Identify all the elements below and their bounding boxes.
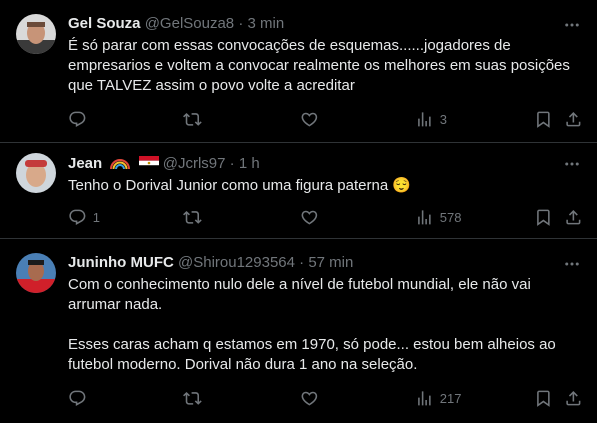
- avatar[interactable]: [16, 153, 56, 193]
- author-name[interactable]: Gel Souza: [68, 15, 141, 32]
- views-icon: [418, 390, 431, 406]
- like-button[interactable]: [300, 207, 325, 227]
- tweet-text: Tenho o Dorival Junior como uma figura p…: [68, 176, 583, 196]
- repost-button[interactable]: [183, 388, 208, 408]
- reply-icon: [69, 111, 86, 127]
- separator-dot: ·: [229, 155, 235, 172]
- tweet-text: É só parar com essas convocações de esqu…: [68, 36, 583, 96]
- share-button[interactable]: [564, 207, 583, 227]
- repost-icon: [183, 112, 202, 126]
- bookmark-icon: [537, 111, 550, 128]
- tweet-actions: 1 578: [68, 207, 583, 227]
- tweet-paragraph: É só parar com essas convocações de esqu…: [68, 37, 570, 94]
- tweet-header: Gel Souza @GelSouza8 · 3 min: [68, 14, 284, 34]
- views-icon: [418, 209, 431, 225]
- views-count: 3: [439, 111, 447, 127]
- reply-button[interactable]: [68, 388, 93, 408]
- separator-dot: ·: [238, 15, 244, 32]
- reply-count: 1: [92, 209, 100, 225]
- like-icon: [301, 391, 318, 406]
- tweet[interactable]: Jean @Jcrls97 · 1 h Tenho o Dorival Juni…: [0, 143, 597, 239]
- avatar[interactable]: [16, 253, 56, 293]
- views-button[interactable]: 3: [415, 109, 447, 129]
- bookmark-button[interactable]: [534, 388, 553, 408]
- repost-button[interactable]: [183, 109, 208, 129]
- bookmark-icon: [537, 209, 550, 226]
- timestamp[interactable]: 1 h: [239, 155, 260, 172]
- author-handle[interactable]: @Jcrls97: [163, 155, 226, 172]
- bookmark-icon: [537, 390, 550, 407]
- tweet-header: Juninho MUFC @Shirou1293564 · 57 min: [68, 253, 353, 273]
- reply-icon: [69, 390, 86, 406]
- bookmark-button[interactable]: [534, 109, 553, 129]
- repost-icon: [183, 210, 202, 224]
- reply-icon: [69, 209, 86, 225]
- more-icon[interactable]: [563, 16, 581, 34]
- views-count: 578: [439, 209, 462, 225]
- egypt-flag-icon: [138, 156, 159, 176]
- share-icon: [566, 390, 581, 406]
- timestamp[interactable]: 3 min: [248, 15, 285, 32]
- share-button[interactable]: [564, 109, 583, 129]
- author-handle[interactable]: @Shirou1293564: [178, 254, 295, 271]
- avatar[interactable]: [16, 14, 56, 54]
- like-button[interactable]: [300, 109, 325, 129]
- share-icon: [566, 209, 581, 225]
- tweet-actions: 217: [68, 388, 583, 408]
- more-icon[interactable]: [563, 155, 581, 173]
- repost-button[interactable]: [183, 207, 208, 227]
- repost-icon: [183, 391, 202, 405]
- more-icon[interactable]: [563, 255, 581, 273]
- author-handle[interactable]: @GelSouza8: [145, 15, 234, 32]
- like-icon: [301, 112, 318, 127]
- timestamp[interactable]: 57 min: [308, 254, 353, 271]
- rainbow-emoji-icon: [110, 156, 131, 176]
- author-name[interactable]: Juninho MUFC: [68, 254, 174, 271]
- tweet-actions: 3: [68, 109, 583, 129]
- timeline: Gel Souza @GelSouza8 · 3 min É só parar …: [0, 0, 597, 423]
- author-name[interactable]: Jean: [68, 155, 102, 172]
- tweet-paragraph: Tenho o Dorival Junior como uma figura p…: [68, 177, 412, 194]
- share-button[interactable]: [564, 388, 583, 408]
- tweet-header: Jean @Jcrls97 · 1 h: [68, 154, 260, 176]
- bookmark-button[interactable]: [534, 207, 553, 227]
- separator-dot: ·: [299, 254, 305, 271]
- views-button[interactable]: 217: [415, 388, 461, 408]
- share-icon: [566, 111, 581, 127]
- views-button[interactable]: 578: [415, 207, 461, 227]
- tweet-paragraph: Esses caras acham q estamos em 1970, só …: [68, 336, 556, 373]
- views-icon: [418, 111, 431, 127]
- tweet-paragraph: Com o conhecimento nulo dele a nível de …: [68, 276, 531, 313]
- tweet[interactable]: Gel Souza @GelSouza8 · 3 min É só parar …: [0, 0, 597, 143]
- reply-button[interactable]: 1: [68, 207, 100, 227]
- views-count: 217: [439, 390, 462, 406]
- tweet-text: Com o conhecimento nulo dele a nível de …: [68, 275, 583, 375]
- like-button[interactable]: [300, 388, 325, 408]
- reply-button[interactable]: [68, 109, 93, 129]
- tweet[interactable]: Juninho MUFC @Shirou1293564 · 57 min Com…: [0, 239, 597, 423]
- like-icon: [301, 210, 318, 225]
